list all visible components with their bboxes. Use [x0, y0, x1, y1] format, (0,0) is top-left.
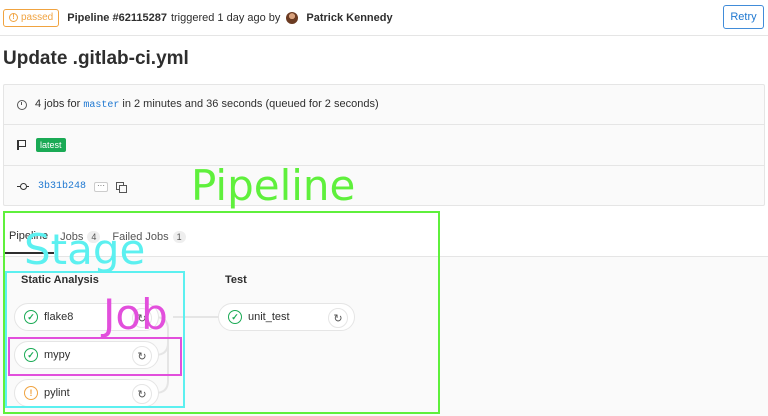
stage-title: Test: [225, 274, 247, 286]
pipeline-info-box: 4 jobs for master in 2 minutes and 36 se…: [3, 84, 765, 206]
triggered-text: triggered 1 day ago by: [170, 11, 281, 24]
job-annotation-label: Job: [103, 290, 168, 339]
status-success-icon: ✓: [24, 310, 38, 324]
status-label: passed: [21, 12, 54, 23]
pipeline-annotation-label: Pipeline: [191, 161, 356, 210]
status-success-icon: ✓: [228, 310, 242, 324]
jobs-summary-row: 4 jobs for master in 2 minutes and 36 se…: [4, 85, 764, 125]
expand-commit-button[interactable]: ···: [94, 181, 109, 192]
flag-icon: [17, 140, 26, 150]
author-link[interactable]: Patrick Kennedy: [306, 12, 392, 24]
job-name: unit_test: [248, 311, 290, 323]
jobs-prefix: 4 jobs for: [35, 98, 81, 110]
job-name: flake8: [44, 311, 74, 323]
commit-sha-link[interactable]: 3b31b248: [38, 181, 86, 192]
job-unit-test[interactable]: ✓ unit_test ↻: [218, 303, 355, 331]
retry-button[interactable]: Retry: [723, 5, 764, 29]
latest-badge: latest: [36, 138, 66, 152]
commit-row: 3b31b248 ···: [4, 166, 764, 207]
job-mypy[interactable]: ✓ mypy ↻: [14, 341, 159, 369]
retry-icon[interactable]: ↻: [132, 346, 152, 366]
job-name: mypy: [44, 349, 71, 361]
warning-circle-icon: !: [9, 13, 18, 22]
status-badge[interactable]: ! passed: [3, 8, 60, 27]
branch-link[interactable]: master: [83, 100, 119, 111]
badges-row: latest: [4, 125, 764, 166]
commit-title: Update .gitlab-ci.yml: [3, 48, 189, 69]
retry-icon[interactable]: ↻: [328, 308, 348, 328]
status-success-icon: ✓: [24, 348, 38, 362]
status-warning-icon: !: [24, 386, 38, 400]
job-name: pylint: [44, 387, 70, 399]
stage-annotation-label: Stage: [24, 225, 146, 274]
job-pylint[interactable]: ! pylint ↻: [14, 379, 159, 407]
copy-icon[interactable]: [116, 181, 128, 193]
avatar[interactable]: [286, 11, 299, 24]
clock-icon: [17, 99, 27, 110]
commit-icon: [17, 182, 29, 192]
tab-count-badge: 1: [172, 231, 186, 243]
jobs-duration: in 2 minutes and 36 seconds (queued for …: [122, 98, 379, 110]
retry-icon[interactable]: ↻: [132, 384, 152, 404]
pipeline-title: Pipeline #62115287: [67, 11, 167, 24]
jobs-summary: 4 jobs for master in 2 minutes and 36 se…: [35, 98, 379, 111]
stage-title: Static Analysis: [21, 274, 99, 286]
pipeline-header: ! passed Pipeline #62115287 triggered 1 …: [0, 0, 768, 36]
